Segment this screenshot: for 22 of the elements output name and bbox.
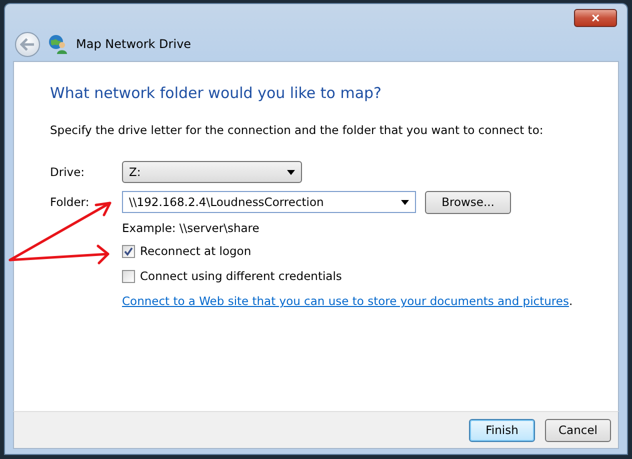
instruction-text: Specify the drive letter for the connection and the folder that you want to connect to: <box>50 123 544 137</box>
window-title: Map Network Drive <box>76 37 192 51</box>
example-text: Example: \\server\share <box>122 221 260 235</box>
checkbox[interactable] <box>122 270 135 282</box>
period-text: . <box>568 294 573 308</box>
web-site-link[interactable]: Connect to a Web site that you can use to store your documents and pictures <box>122 294 569 308</box>
checkbox[interactable] <box>122 244 135 258</box>
dialog-heading: What network folder would you like to map? <box>50 84 383 102</box>
finish-button[interactable]: Finish <box>469 418 535 442</box>
network-drive-icon <box>48 34 68 54</box>
drive-dropdown[interactable]: Z: <box>122 161 302 183</box>
browse-button[interactable]: Browse... <box>425 190 511 214</box>
dropdown-arrow-icon[interactable] <box>287 170 295 174</box>
checkbox-label[interactable]: Connect using different credentials <box>140 269 342 283</box>
checkbox-label[interactable]: Reconnect at logon <box>140 244 252 258</box>
back-button[interactable] <box>15 32 40 56</box>
drive-label: Drive: <box>50 165 86 179</box>
folder-label: Folder: <box>50 195 90 209</box>
close-button[interactable]: ✕ <box>574 9 617 27</box>
dropdown-arrow-icon[interactable] <box>401 200 409 204</box>
cancel-button[interactable]: Cancel <box>545 418 611 442</box>
folder-field[interactable]: \\192.168.2.4\LoudnessCorrection <box>122 191 416 213</box>
